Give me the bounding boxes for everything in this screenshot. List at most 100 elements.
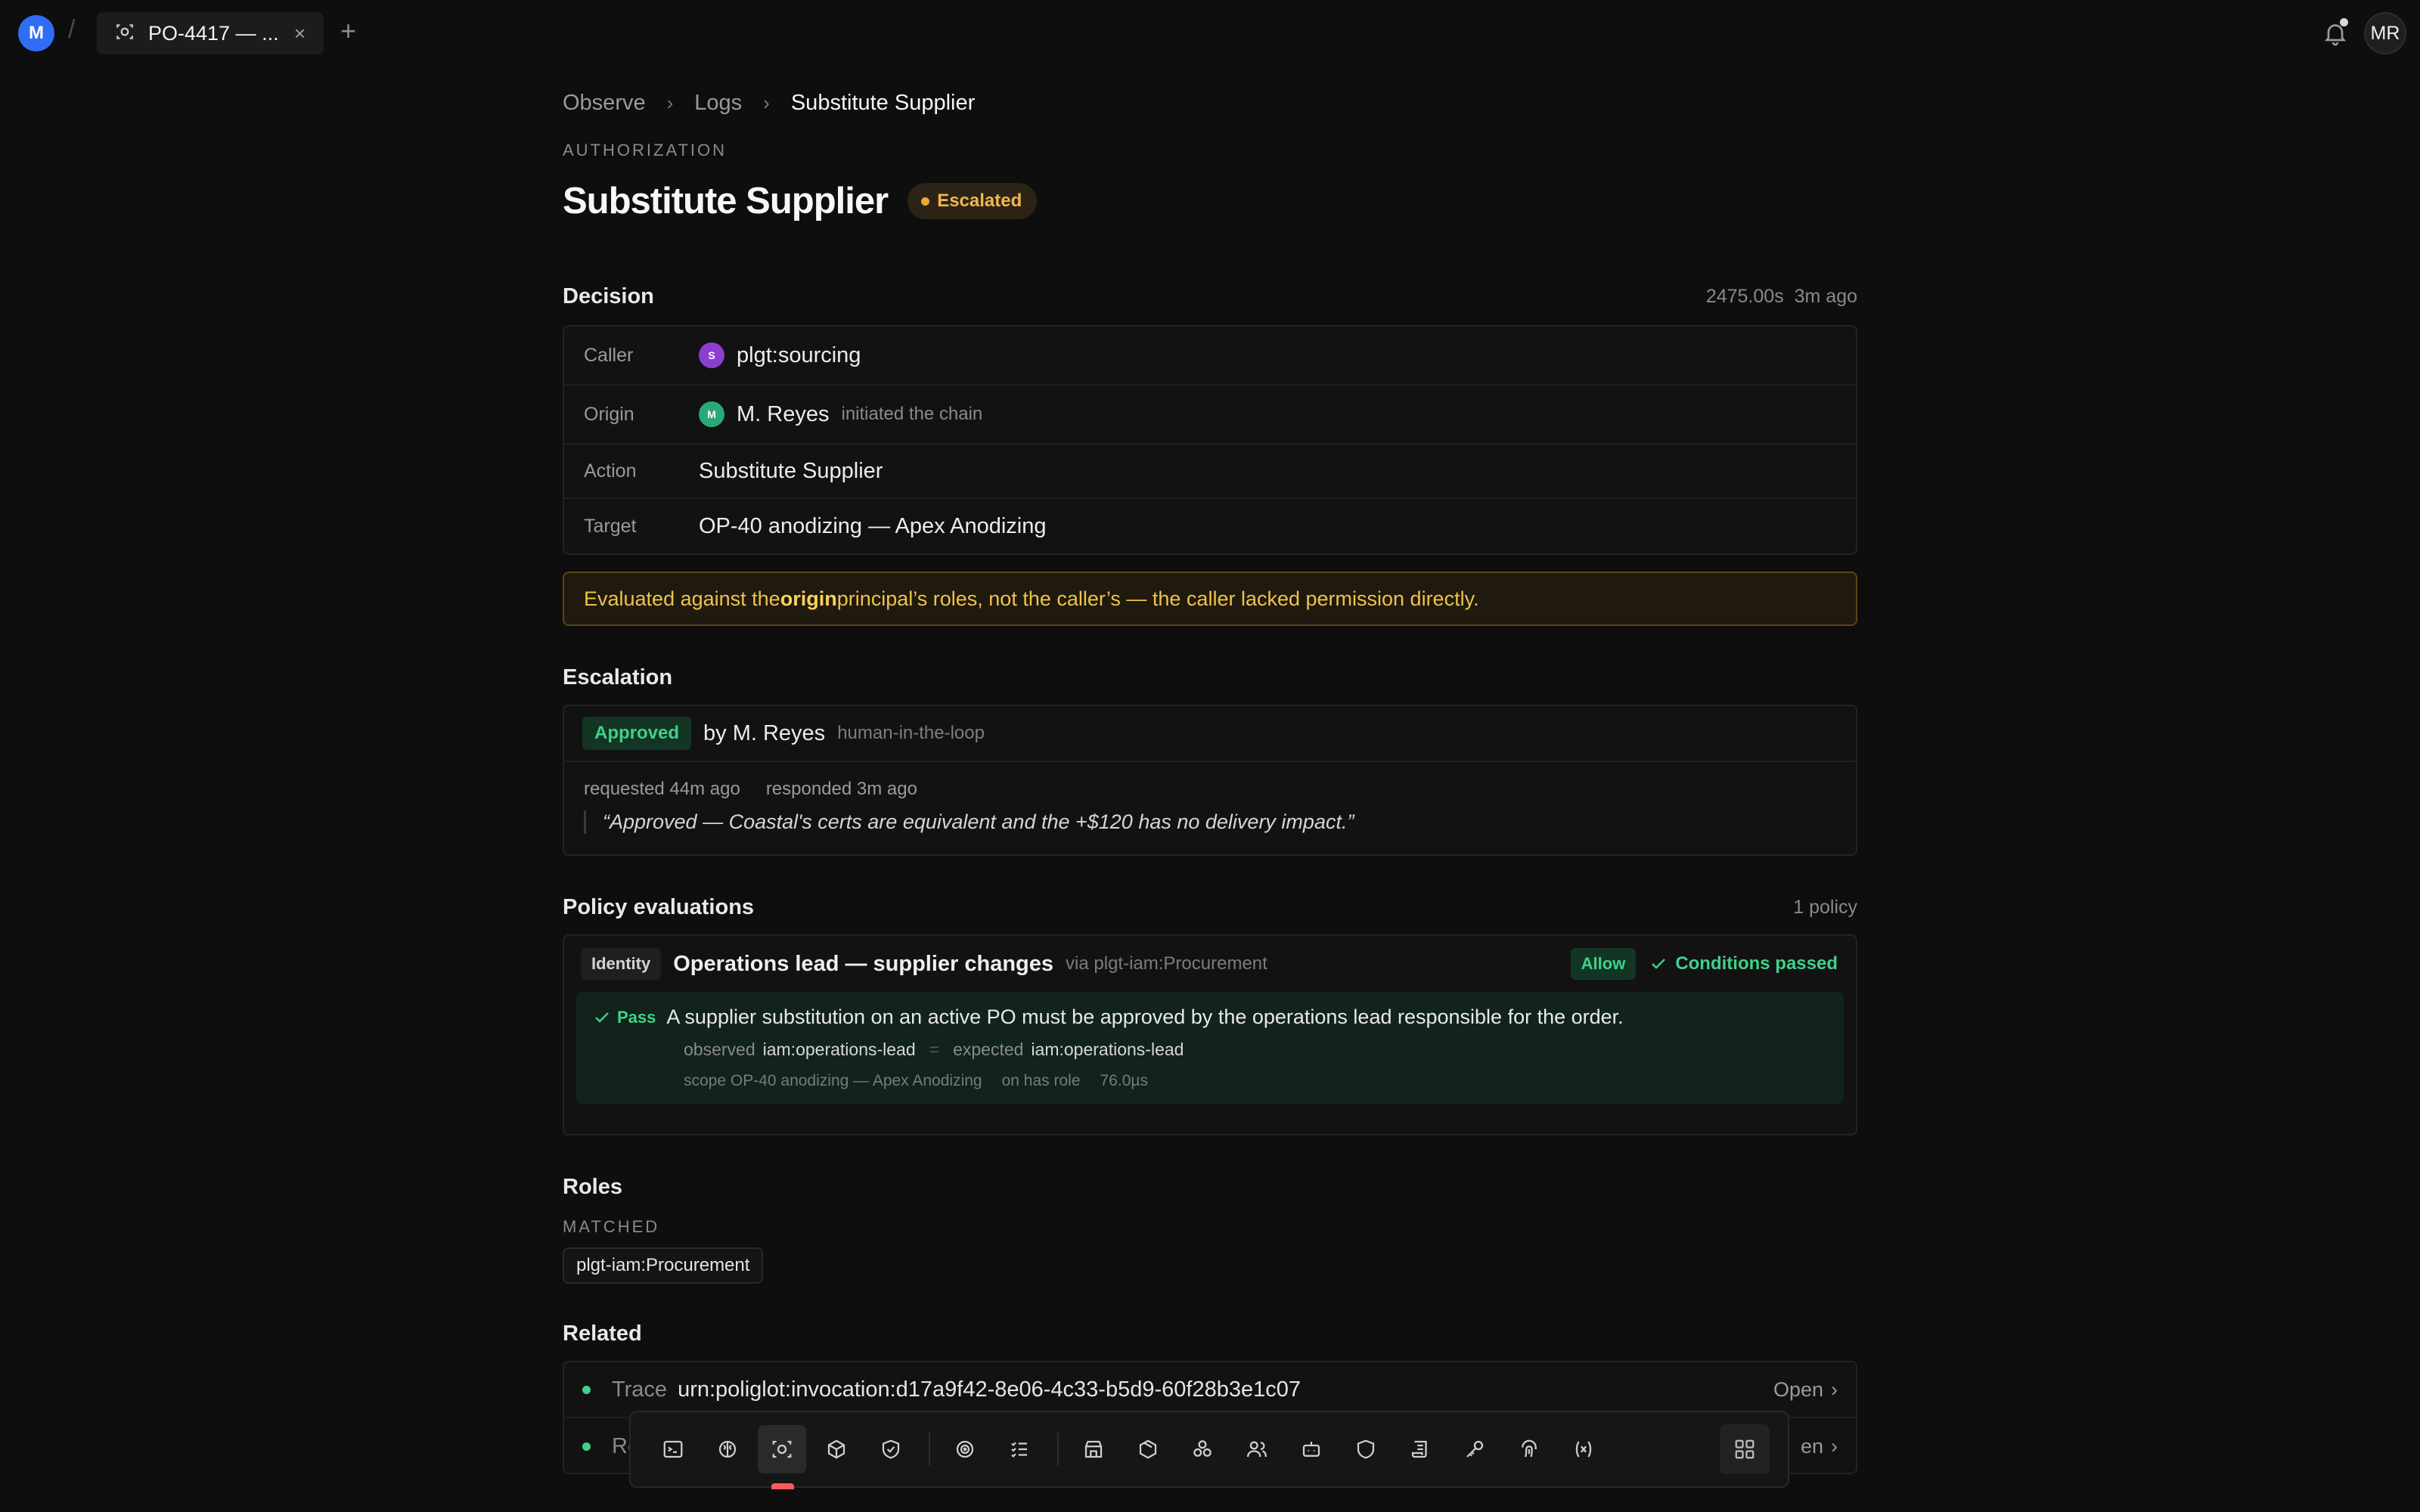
shield-icon[interactable]: [1342, 1425, 1390, 1473]
new-tab-button[interactable]: +: [340, 15, 356, 47]
grid-icon[interactable]: [1720, 1424, 1770, 1474]
expected-label: expected: [953, 1040, 1024, 1059]
condition-scope: scope OP-40 anodizing — Apex Anodizing: [684, 1072, 982, 1089]
notice-text-post: principal’s roles, not the caller’s — th…: [836, 587, 1479, 610]
caller-key: Caller: [584, 344, 634, 366]
condition-latency: 76.0µs: [1100, 1072, 1148, 1089]
app-dock: [629, 1411, 1789, 1488]
chevron-right-icon: ›: [1831, 1434, 1838, 1458]
role-chip[interactable]: plgt-iam:Procurement: [563, 1247, 764, 1284]
tab-label: PO-4417 — ...: [148, 21, 279, 45]
shield-check-icon[interactable]: [867, 1425, 915, 1473]
policy-count: 1 policy: [1793, 897, 1857, 918]
escalation-approver: by M. Reyes: [703, 720, 826, 745]
page-title: Substitute Supplier: [563, 181, 889, 222]
related-row-trace[interactable]: Trace urn:poliglot:invocation:d17a9f42-8…: [564, 1362, 1856, 1418]
target-row: Target OP-40 anodizing — Apex Anodizing: [564, 499, 1856, 553]
divider-slash: /: [68, 15, 76, 44]
notice-text-bold: origin: [780, 587, 837, 610]
policy-heading: Policy evaluations: [563, 895, 755, 919]
workspace-avatar[interactable]: M: [18, 15, 54, 51]
condition-operator: on has role: [1001, 1072, 1081, 1089]
origin-avatar: M: [699, 401, 724, 427]
conditions-label: Conditions passed: [1675, 953, 1838, 974]
boxes-icon[interactable]: [1178, 1425, 1227, 1473]
users-icon[interactable]: [1233, 1425, 1281, 1473]
check-icon: [1652, 959, 1666, 969]
brain-icon[interactable]: [703, 1425, 752, 1473]
breadcrumb-logs[interactable]: Logs: [694, 91, 742, 116]
observe-icon[interactable]: [758, 1425, 806, 1473]
active-app-indicator: [771, 1483, 794, 1489]
open-label: Open: [1773, 1377, 1823, 1401]
observe-icon: [115, 22, 135, 45]
dock-divider: [929, 1433, 930, 1466]
condition-description: A supplier substitution on an active PO …: [666, 1005, 1624, 1028]
origin-key: Origin: [584, 403, 634, 425]
breadcrumb: Observe › Logs › Substitute Supplier: [563, 91, 975, 116]
related-kind: Trace: [612, 1377, 668, 1402]
key-icon[interactable]: [1450, 1425, 1499, 1473]
escalation-quote: “Approved — Coastal's certs are equivale…: [584, 810, 1836, 834]
roles-heading: Roles: [563, 1175, 622, 1199]
escalation-requested: requested 44m ago: [584, 779, 740, 799]
pass-badge: Pass: [593, 1008, 656, 1027]
action-row: Action Substitute Supplier: [564, 445, 1856, 499]
status-label: Escalated: [937, 191, 1022, 211]
action-key: Action: [584, 460, 637, 482]
chevron-right-icon: ›: [666, 91, 674, 114]
dock-divider: [1057, 1433, 1059, 1466]
open-label: en: [1800, 1434, 1823, 1458]
expected-value: iam:operations-lead: [1031, 1040, 1184, 1059]
target-value[interactable]: OP-40 anodizing — Apex Anodizing: [699, 514, 1046, 539]
user-avatar[interactable]: MR: [2364, 12, 2406, 54]
observed-value: iam:operations-lead: [762, 1040, 916, 1059]
variable-icon[interactable]: [1559, 1425, 1608, 1473]
check-icon: [595, 1012, 609, 1023]
store-icon[interactable]: [1069, 1425, 1118, 1473]
origin-value[interactable]: M. Reyes: [737, 402, 829, 427]
decision-time: 3m ago: [1794, 286, 1857, 307]
approved-badge: Approved: [582, 717, 692, 750]
status-dot: [582, 1442, 591, 1451]
checklist-icon[interactable]: [995, 1425, 1044, 1473]
page-kicker: AUTHORIZATION: [563, 141, 728, 160]
policy-effect-badge: Allow: [1570, 948, 1637, 980]
status-badge: Escalated: [908, 183, 1038, 219]
related-open-button[interactable]: en ›: [1801, 1435, 1838, 1458]
caller-value[interactable]: plgt:sourcing: [737, 343, 861, 368]
terminal-icon[interactable]: [649, 1425, 697, 1473]
policy-kind-badge: Identity: [581, 948, 662, 980]
cube-icon[interactable]: [812, 1425, 861, 1473]
related-open-button[interactable]: Open ›: [1773, 1378, 1838, 1402]
related-heading: Related: [563, 1321, 642, 1346]
pass-label: Pass: [617, 1007, 656, 1027]
escalation-heading: Escalation: [563, 665, 673, 689]
breadcrumb-observe[interactable]: Observe: [563, 91, 646, 116]
target-key: Target: [584, 515, 637, 537]
close-icon[interactable]: ×: [294, 22, 306, 45]
title-row: Substitute Supplier Escalated: [563, 180, 1038, 222]
decision-heading: Decision: [563, 284, 654, 308]
policy-header[interactable]: Identity Operations lead — supplier chan…: [564, 936, 1856, 992]
bot-icon[interactable]: [1287, 1425, 1336, 1473]
fingerprint-icon[interactable]: [1505, 1425, 1553, 1473]
scroll-icon[interactable]: [1396, 1425, 1444, 1473]
caller-avatar: S: [699, 342, 724, 368]
policy-card: Identity Operations lead — supplier chan…: [563, 934, 1857, 1136]
chevron-right-icon: ›: [763, 91, 770, 114]
action-value: Substitute Supplier: [699, 458, 883, 483]
escalation-responded: responded 3m ago: [765, 779, 917, 799]
observed-label: observed: [684, 1040, 755, 1059]
policy-condition: Pass A supplier substitution on an activ…: [576, 992, 1844, 1104]
roles-subheading: MATCHED: [563, 1217, 660, 1236]
top-bar: M / PO-4417 — ... × + MR: [0, 0, 2420, 65]
related-urn: urn:poliglot:invocation:d17a9f42-8e06-4c…: [678, 1377, 1301, 1402]
decision-meta: 2475.00s 3m ago: [1706, 286, 1857, 308]
tab-active[interactable]: PO-4417 — ... ×: [97, 12, 324, 54]
package-icon[interactable]: [1124, 1425, 1172, 1473]
notice-text-pre: Evaluated against the: [584, 587, 780, 610]
target-icon[interactable]: [941, 1425, 989, 1473]
status-dot: [582, 1385, 591, 1394]
origin-row: Origin M M. Reyes initiated the chain: [564, 386, 1856, 445]
